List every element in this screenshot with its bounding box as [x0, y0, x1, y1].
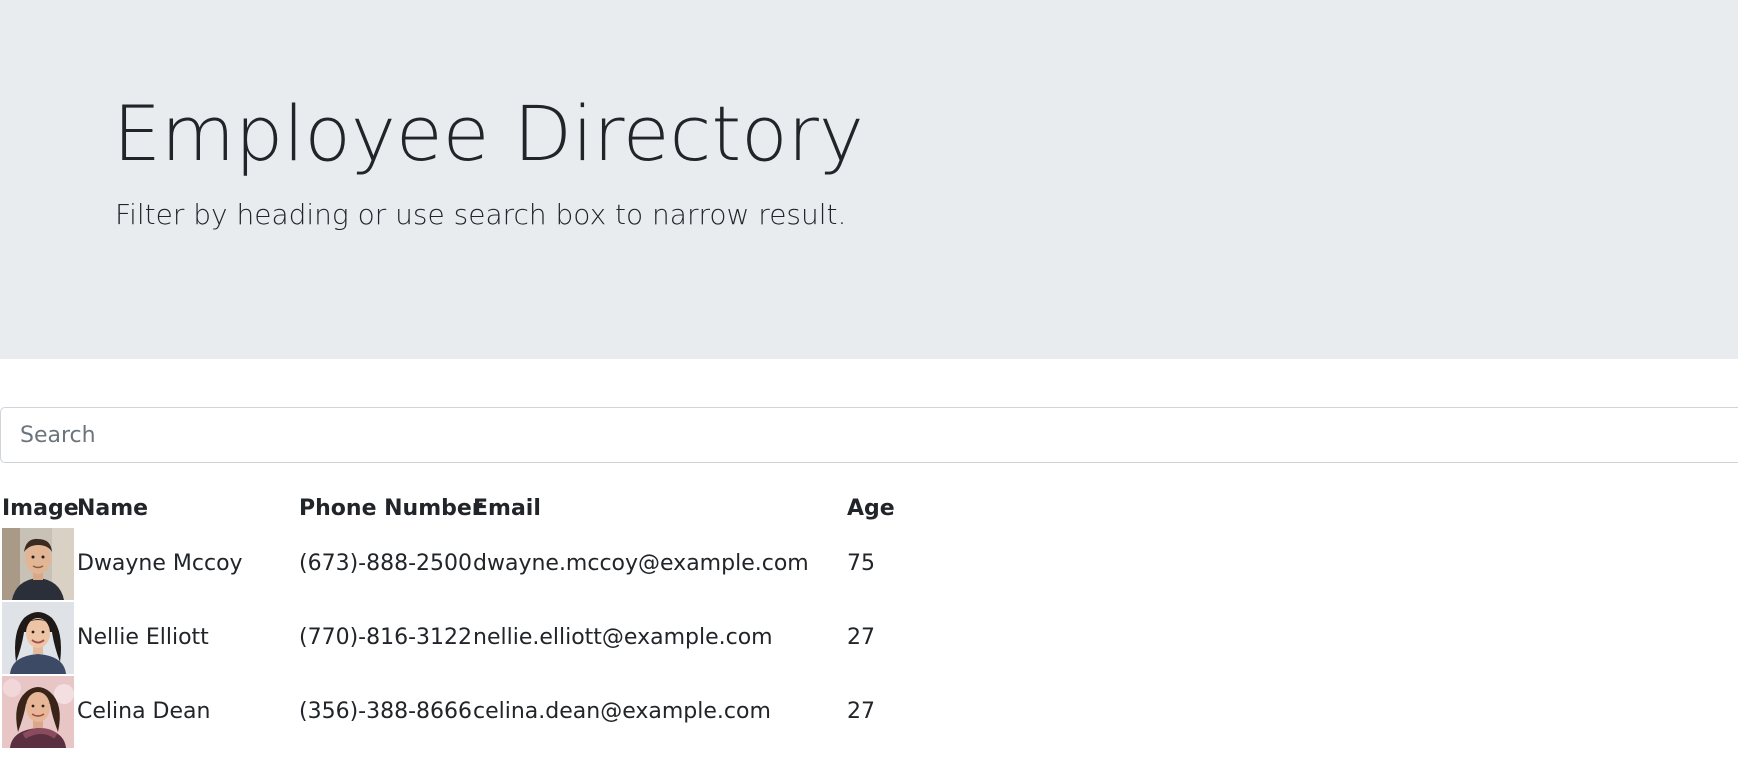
- table-row: [0, 750, 1738, 758]
- employee-age: 75: [847, 551, 875, 576]
- employee-age: 27: [847, 699, 875, 724]
- employee-avatar: [2, 676, 74, 748]
- employee-name: Celina Dean: [77, 699, 211, 724]
- table-row: Celina Dean (356)-388-8666 celina.dean@e…: [0, 676, 1738, 750]
- employee-avatar: [2, 602, 74, 674]
- employee-phone: (356)-388-8666: [299, 699, 473, 724]
- page-title: Employee Directory: [113, 89, 864, 178]
- column-header-phone[interactable]: Phone Number: [299, 495, 483, 523]
- column-header-age[interactable]: Age: [847, 495, 895, 523]
- search-input[interactable]: [0, 407, 1738, 463]
- column-header-email[interactable]: Email: [473, 495, 541, 523]
- column-header-image[interactable]: Image: [2, 495, 79, 523]
- page-subtitle: Filter by heading or use search box to n…: [115, 198, 847, 231]
- employee-email: nellie.elliott@example.com: [473, 625, 773, 650]
- employee-age: 27: [847, 625, 875, 650]
- employee-avatar: [2, 528, 74, 600]
- table-row: Dwayne Mccoy (673)-888-2500 dwayne.mccoy…: [0, 528, 1738, 602]
- employee-email: celina.dean@example.com: [473, 699, 771, 724]
- employee-phone: (673)-888-2500: [299, 551, 473, 576]
- employee-name: Nellie Elliott: [77, 625, 209, 650]
- header-jumbotron: Employee Directory Filter by heading or …: [0, 0, 1738, 359]
- column-header-name[interactable]: Name: [77, 495, 148, 523]
- employee-email: dwayne.mccoy@example.com: [473, 551, 809, 576]
- employee-phone: (770)-816-3122: [299, 625, 473, 650]
- employee-name: Dwayne Mccoy: [77, 551, 243, 576]
- employee-avatar: [2, 750, 74, 758]
- table-row: Nellie Elliott (770)-816-3122 nellie.ell…: [0, 602, 1738, 676]
